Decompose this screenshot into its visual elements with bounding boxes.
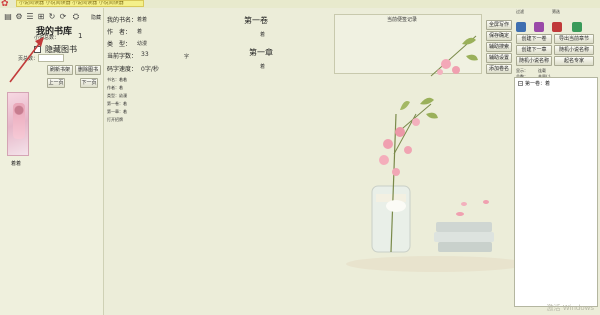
sync-icon[interactable]: ⟳	[58, 12, 68, 22]
typing-speed-label: 码字速度：	[107, 66, 138, 73]
hide-panel-icon[interactable]: ⛭	[71, 12, 81, 22]
detail-book: 书名：着着	[107, 77, 127, 82]
open-sign-link[interactable]: 打开招牌	[107, 117, 123, 123]
create-next-volume-button[interactable]: 创建下一卷	[516, 34, 552, 44]
save-confirm-button[interactable]: 保存确定	[486, 31, 512, 41]
bookshelf-icon[interactable]: ▤	[3, 12, 13, 22]
filter-label: 过滤	[516, 9, 524, 14]
library-toolbar: ▤ ⚙ ☰ ⊞ ↻ ⟳ ⛭ 隐藏	[3, 12, 103, 24]
author-label: 作 者：	[107, 29, 132, 36]
annotation-arrow-icon	[9, 37, 44, 83]
book-title: 着着	[11, 161, 22, 167]
create-next-chapter-button[interactable]: 创建下一章	[516, 45, 552, 55]
theme-green-icon[interactable]	[572, 22, 582, 32]
theme-red-icon[interactable]	[552, 22, 562, 32]
assist-search-button[interactable]: 辅助搜索	[486, 42, 512, 52]
random-name-button[interactable]: 随机小说名称	[516, 56, 552, 66]
book-info-panel: 我的书名： 着着 作 者： 着 类 型： 幼漫 当前字数： 33 码字速度： 0…	[105, 8, 195, 208]
refresh-shelf-button[interactable]: 刷新书架	[47, 65, 73, 75]
next-page-button[interactable]: 下一页	[80, 78, 98, 88]
window-title: 小说阅读器 小说阅读器 小说阅读器 小说阅读器	[16, 0, 144, 7]
theme-purple-icon[interactable]	[534, 22, 544, 32]
list-icon[interactable]: ☰	[25, 12, 35, 22]
prev-page-button[interactable]: 上一页	[47, 78, 65, 88]
fullscreen-write-button[interactable]: 全屏写作	[486, 20, 512, 30]
book-cover[interactable]	[7, 92, 29, 156]
detail-chapter: 第一章：着	[107, 109, 127, 114]
type-value: 幼漫	[137, 41, 148, 47]
detail-author: 作者：着	[107, 85, 123, 90]
fuse-label: 筛选	[552, 9, 560, 14]
chapter-tree[interactable]: − 第一卷：着	[514, 77, 598, 307]
volume-subtitle: 着	[260, 32, 266, 38]
chapter-title: 第一章	[249, 48, 273, 57]
tree-expand-icon[interactable]: −	[518, 81, 523, 86]
type-label: 类 型：	[107, 41, 132, 48]
theme-blue-icon[interactable]	[516, 22, 526, 32]
delete-book-button[interactable]: 删除图书	[75, 65, 101, 75]
author-value: 着	[137, 29, 143, 35]
char-count-value: 33	[141, 51, 149, 58]
refresh-icon[interactable]: ↻	[47, 12, 57, 22]
typing-speed-value: 0字/秒	[141, 66, 159, 73]
assist-setup-button[interactable]: 辅助设置	[486, 53, 512, 63]
volume-title: 第一卷	[244, 16, 268, 25]
random-book-name-button[interactable]: 随机小说名称	[554, 45, 594, 55]
char-unit: 字	[184, 54, 190, 60]
book-name-label: 我的书名：	[107, 17, 138, 24]
add-volume-button[interactable]: 添加卷名	[486, 64, 512, 74]
hide-panel-label: 隐藏	[91, 15, 102, 21]
cover-illustration	[13, 103, 25, 139]
export-chapter-button[interactable]: 导出当前章节	[554, 34, 594, 44]
tree-node-volume[interactable]: − 第一卷：着	[518, 80, 550, 87]
name-expert-button[interactable]: 起名专家	[554, 56, 594, 66]
book-count-value: 1	[78, 32, 83, 40]
flower-corner-illustration	[430, 35, 478, 77]
detail-volume: 第一卷：着	[107, 101, 127, 106]
char-count-label: 当前字数：	[107, 53, 138, 60]
title-bar: ✿ 小说阅读器 小说阅读器 小说阅读器 小说阅读器	[0, 0, 600, 9]
gear-icon[interactable]: ⚙	[14, 12, 24, 22]
chapter-subtitle: 着	[260, 64, 266, 70]
book-name-value: 着着	[137, 17, 148, 23]
tree-node-label: 第一卷：着	[525, 81, 551, 87]
detail-type: 类型：幼漫	[107, 93, 127, 98]
notes-title: 当前便签记录	[387, 17, 418, 23]
bookmark-icon[interactable]: ⊞	[36, 12, 46, 22]
windows-watermark: 激活 Windows	[546, 304, 594, 312]
